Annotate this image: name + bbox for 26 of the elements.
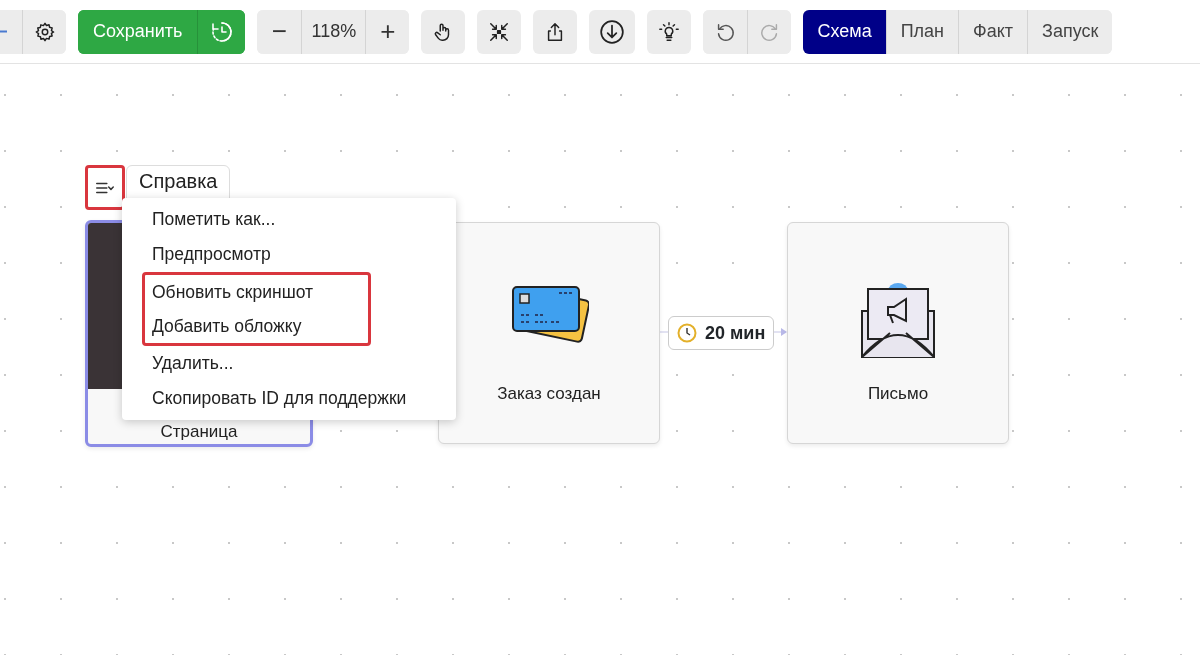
delay-label: 20 мин xyxy=(705,321,766,345)
download-icon xyxy=(599,18,626,45)
zoom-in-button[interactable]: + xyxy=(365,9,410,54)
node-card[interactable]: Письмо xyxy=(787,222,1009,444)
envelope-megaphone-icon xyxy=(860,281,936,361)
clock-icon xyxy=(677,323,697,343)
node-card[interactable]: Заказ создан xyxy=(438,222,660,444)
node-menu-button[interactable] xyxy=(85,165,125,210)
view-tab[interactable]: Запуск xyxy=(1027,9,1113,54)
menu-item[interactable]: Обновить скриншот xyxy=(145,275,324,309)
menu-item[interactable]: Удалить... xyxy=(142,346,244,381)
menu-item[interactable]: Добавить обложку xyxy=(145,309,312,343)
history-icon xyxy=(209,19,234,44)
menu-item[interactable]: Пометить как... xyxy=(142,202,286,237)
lightbulb-icon xyxy=(658,20,681,43)
node-label: Страница xyxy=(160,420,238,443)
menu-item[interactable]: Скопировать ID для поддержки xyxy=(142,381,417,416)
delay-badge[interactable]: 20 мин xyxy=(668,316,775,350)
view-tab[interactable]: Схема xyxy=(803,9,886,54)
collapse-arrows-icon xyxy=(488,20,511,43)
menu-item[interactable]: Предпросмотр xyxy=(142,237,281,272)
settings-icon xyxy=(33,20,56,43)
settings-button[interactable] xyxy=(22,9,66,54)
history-button[interactable] xyxy=(197,9,246,54)
node-label: Письмо xyxy=(867,383,929,405)
node-label: Заказ создан xyxy=(497,383,601,405)
